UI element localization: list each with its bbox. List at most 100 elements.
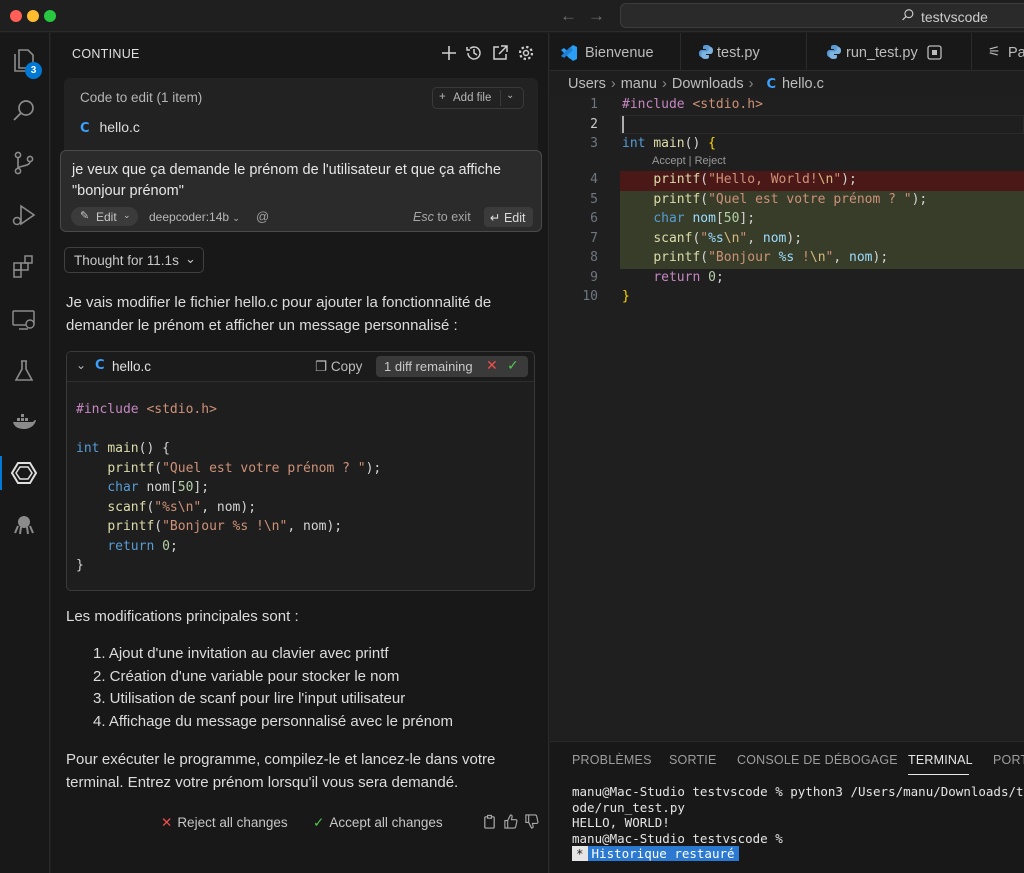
ollama-button[interactable]: [9, 510, 39, 540]
restore-message: Historique restauré: [587, 846, 739, 861]
code-line: int main() {: [622, 136, 716, 151]
model-label: deepcoder:14b: [149, 210, 230, 224]
code-line: scanf("%s\n", nom);: [653, 230, 803, 246]
submit-edit-button[interactable]: ↵ Edit: [484, 207, 533, 227]
close-window-button[interactable]: [10, 10, 22, 22]
tab-bienvenue[interactable]: Bienvenue: [550, 33, 681, 71]
add-file-button[interactable]: + Add file ⌄: [432, 87, 524, 109]
command-center-search[interactable]: testvscode: [620, 3, 1024, 28]
source-control-button[interactable]: [9, 148, 39, 178]
tab-settings[interactable]: ⚟ Pa: [972, 33, 1024, 71]
settings-button[interactable]: [517, 44, 535, 62]
line-number: 10: [582, 289, 598, 304]
breadcrumb: Users › manu › Downloads › Chello.c: [568, 76, 824, 92]
code-line: return 0;: [653, 269, 724, 285]
list-item: 3. Utilisation de scanf pour lire l'inpu…: [93, 690, 406, 707]
tab-terminal[interactable]: TERMINAL: [908, 753, 973, 767]
run-debug-button[interactable]: [9, 200, 39, 230]
reject-all-button[interactable]: ✕ Reject all changes: [161, 815, 288, 831]
diff-status: 1 diff remaining ✕ ✓: [376, 356, 528, 377]
thumbs-down-icon: [525, 814, 539, 829]
thumbs-up-icon: [504, 814, 518, 829]
new-session-button[interactable]: [440, 44, 458, 62]
source-control-icon: [14, 151, 34, 175]
tab-problems[interactable]: PROBLÈMES: [572, 753, 652, 767]
remote-explorer-icon: [12, 310, 35, 330]
breadcrumb-item[interactable]: Downloads: [672, 76, 744, 92]
summary-list: 1. Ajout d'une invitation au clavier ave…: [93, 645, 453, 735]
remote-explorer-button[interactable]: [9, 305, 39, 335]
explorer-button[interactable]: 3: [9, 45, 42, 79]
accept-diff-icon[interactable]: ✓: [507, 357, 519, 374]
code-editor[interactable]: 1 2 3 4 5 6 7 8 9 10 #include <stdio.h> …: [550, 95, 1024, 740]
testing-button[interactable]: [9, 356, 39, 386]
search-view-button[interactable]: [9, 96, 39, 126]
breadcrumb-item[interactable]: Users: [568, 76, 606, 92]
tab-ports[interactable]: PORT: [993, 753, 1024, 767]
add-file-label: Add file: [453, 92, 492, 104]
minimize-window-button[interactable]: [27, 10, 39, 22]
editor-tab-bar: Bienvenue test.py run_test.py ⚟ Pa: [550, 33, 1024, 71]
chevron-down-icon[interactable]: ⌄: [506, 90, 514, 101]
tab-output[interactable]: SORTIE: [669, 753, 717, 767]
search-icon: [902, 9, 914, 21]
open-external-button[interactable]: [491, 44, 509, 62]
preview-icon[interactable]: [927, 45, 942, 60]
reject-diff-icon[interactable]: ✕: [486, 357, 498, 374]
thought-label: Thought for 11.1s: [74, 253, 179, 268]
assistant-closing: Pour exécuter le programme, compilez-le …: [66, 751, 496, 791]
copy-response-button[interactable]: [482, 814, 498, 830]
code-block-filename[interactable]: hello.c: [112, 359, 151, 374]
chevron-down-icon: ⌄: [232, 213, 240, 223]
prompt-text[interactable]: je veux que ça demande le prénom de l'ut…: [72, 160, 532, 202]
check-icon: ✓: [313, 815, 325, 830]
esc-hint: Esc to exit: [413, 210, 471, 224]
list-item: 2. Création d'une variable pour stocker …: [93, 667, 400, 685]
search-icon: [13, 100, 34, 121]
pencil-icon: ✎: [80, 210, 90, 222]
chevron-down-icon: ⌄: [185, 251, 196, 266]
tab-debug-console[interactable]: CONSOLE DE DÉBOGAGE: [737, 753, 898, 767]
terminal-line: manu@Mac-Studio testvscode %: [572, 830, 783, 846]
terminal-line: manu@Mac-Studio testvscode % python3 /Us…: [572, 784, 1024, 799]
terminal-output[interactable]: manu@Mac-Studio testvscode % python3 /Us…: [572, 784, 1024, 862]
docker-button[interactable]: [9, 407, 39, 437]
thought-toggle[interactable]: Thought for 11.1s ⌄: [64, 247, 204, 273]
edit-file-item[interactable]: C hello.c: [80, 119, 140, 136]
extensions-button[interactable]: [9, 252, 39, 282]
edit-file-name: hello.c: [99, 119, 140, 135]
collapse-chevron-icon[interactable]: ⌄: [76, 358, 86, 372]
code-block-content: #include <stdio.h> int main() { printf("…: [76, 402, 382, 573]
line-number: 9: [590, 269, 598, 285]
at-mention-button[interactable]: @: [256, 209, 269, 224]
code-line: printf("Bonjour %s !\n", nom);: [653, 250, 889, 265]
tab-run-test-py[interactable]: run_test.py: [807, 33, 972, 71]
maximize-window-button[interactable]: [44, 10, 56, 22]
mode-selector[interactable]: ✎ Edit ⌄: [71, 207, 138, 226]
thumbs-down-button[interactable]: [524, 814, 540, 830]
forward-arrow-icon[interactable]: →: [588, 6, 605, 26]
continue-button[interactable]: [0, 456, 39, 490]
code-line: printf("Quel est votre prénom ? ");: [653, 191, 928, 207]
chevron-right-icon: ›: [748, 76, 754, 92]
accept-all-button[interactable]: ✓ Accept all changes: [313, 815, 443, 831]
prompt-input[interactable]: je veux que ça demande le prénom de l'ut…: [60, 150, 542, 232]
line-number: 2: [590, 116, 598, 132]
code-to-edit-label: Code to edit (1 item): [80, 90, 203, 105]
list-item: 4. Affichage du message personnalisé ave…: [93, 712, 453, 730]
copy-button[interactable]: ❐ Copy: [315, 359, 362, 375]
list-item: 1. Ajout d'une invitation au clavier ave…: [93, 645, 389, 662]
tab-test-py[interactable]: test.py: [681, 33, 807, 71]
model-selector[interactable]: deepcoder:14b ⌄: [149, 210, 240, 224]
c-file-icon: C: [80, 121, 90, 136]
run-debug-icon: [12, 204, 36, 226]
thumbs-up-button[interactable]: [503, 814, 519, 830]
line-number: 4: [590, 172, 598, 187]
back-arrow-icon[interactable]: ←: [560, 6, 577, 26]
breadcrumb-item[interactable]: manu: [621, 76, 657, 92]
codelens-accept-reject[interactable]: Accept | Reject: [652, 155, 726, 167]
continue-panel: CONTINUE Code to edit (1 item) + Add fil…: [51, 33, 549, 873]
history-button[interactable]: [465, 44, 483, 62]
flask-icon: [14, 360, 34, 381]
breadcrumb-item[interactable]: hello.c: [782, 76, 824, 92]
